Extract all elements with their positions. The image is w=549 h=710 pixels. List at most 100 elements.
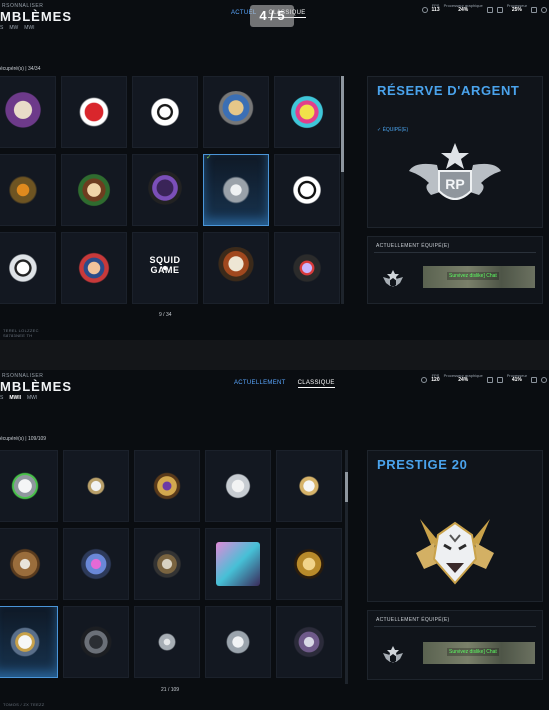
- emblem-tile[interactable]: [0, 528, 58, 600]
- page-title: MBLÈMES: [0, 9, 72, 24]
- subtab-mwi[interactable]: MWI: [27, 395, 37, 401]
- game-subtabs: S MWII MWI: [0, 395, 37, 401]
- subtab-mwi[interactable]: MWI: [24, 25, 34, 31]
- grid-page-number: 21 / 109: [161, 687, 180, 693]
- controller-icon: [421, 377, 428, 383]
- gpu-stat: Processeur graphique 24%: [443, 373, 483, 383]
- tab-classique[interactable]: CLASSIQUE: [297, 380, 335, 388]
- emblem-tile[interactable]: [274, 154, 340, 226]
- equipped-status: ✓ ÉQUIPÉ(E): [377, 127, 409, 133]
- white-tiger-prestige-icon: [4, 621, 46, 663]
- emblem-tile[interactable]: [0, 154, 56, 226]
- network-icon: [486, 7, 493, 13]
- emblem-tile[interactable]: [274, 232, 340, 304]
- equipped-emblem-icon: [383, 646, 403, 663]
- svg-text:RP: RP: [445, 176, 464, 192]
- subtab-mw[interactable]: MW: [9, 25, 18, 31]
- equipped-panel: ACTUELLEMENT ÉQUIPÉ(E) Survivez dislike]…: [367, 610, 543, 680]
- unlock-counter: écupéré(s) | 34/34: [0, 66, 41, 72]
- calling-card-text: Survivez dislike] Chat: [447, 272, 499, 280]
- gold-gem-prestige-icon: [146, 465, 188, 507]
- game-subtabs: S MW MWI: [0, 25, 35, 31]
- equipped-divider: [374, 252, 536, 253]
- grid-scrollbar[interactable]: [341, 76, 344, 304]
- fps-stat: FPS 113: [431, 3, 440, 13]
- emblem-tile[interactable]: [63, 450, 129, 522]
- equipped-divider: [374, 626, 536, 627]
- anime-girl-card-icon: [216, 542, 260, 586]
- emblem-tile[interactable]: SQUID GAME: [132, 232, 198, 304]
- skull-snake-emblem-icon: [2, 91, 44, 133]
- grid-scrollbar[interactable]: [345, 450, 348, 684]
- wolf-prestige-small-icon: [75, 465, 117, 507]
- scrollbar-thumb[interactable]: [345, 472, 348, 502]
- equipped-calling-card[interactable]: Survivez dislike] Chat: [423, 642, 535, 664]
- emblem-tile[interactable]: [276, 528, 342, 600]
- equipped-calling-card[interactable]: Survivez dislike] Chat: [423, 266, 535, 288]
- tab-actuellement[interactable]: ACTUELLEMENT: [234, 380, 286, 388]
- controller-icon: [421, 7, 428, 13]
- equipped-label: ACTUELLEMENT ÉQUIPÉ(E): [376, 617, 450, 623]
- settings-icon[interactable]: [541, 377, 547, 383]
- emblem-tile[interactable]: [61, 154, 127, 226]
- squid-game-text: SQUID GAME: [133, 255, 197, 275]
- emblem-tile[interactable]: [0, 232, 56, 304]
- emblem-tile[interactable]: [276, 606, 342, 678]
- emblem-tile[interactable]: [205, 528, 271, 600]
- emblem-grid: ✓ SQUID GAME: [0, 76, 340, 304]
- footer-line-1: TOMOS / ZX TEEZZ: [3, 702, 45, 707]
- cpu-stat: Processeur 41%: [506, 373, 527, 383]
- equipped-check-icon: ✓: [206, 154, 212, 161]
- emblem-tile[interactable]: [63, 528, 129, 600]
- emblem-grid: [0, 450, 342, 678]
- skull-warrior-emblem-icon: [215, 247, 257, 289]
- emblem-tile[interactable]: [205, 606, 271, 678]
- white-tribal-emblem-icon: [144, 91, 186, 133]
- gasmask-soldier-icon: [75, 621, 117, 663]
- emblem-tile[interactable]: [61, 76, 127, 148]
- emblem-tile[interactable]: [0, 450, 58, 522]
- emblem-tile[interactable]: [274, 76, 340, 148]
- emblem-tile[interactable]: [205, 450, 271, 522]
- category-tabs: ACTUELLEMENT CLASSIQUE: [234, 380, 335, 388]
- winged-medal-icon: [146, 621, 188, 663]
- fps-stat: FPS 120: [431, 373, 440, 383]
- subtab-s[interactable]: S: [0, 25, 3, 31]
- skull-swords-emblem-icon: [146, 543, 188, 585]
- calling-card-text: Survivez dislike] Chat: [447, 648, 499, 656]
- settings-icon[interactable]: [541, 7, 547, 13]
- screenshot-bottom: RSONNALISER MBLÈMES S MWII MWI ACTUELLEM…: [0, 370, 549, 710]
- rp-winged-emblem-icon: [215, 169, 257, 211]
- purple-soldier-emblem-icon: [144, 169, 186, 211]
- scrollbar-thumb[interactable]: [341, 76, 344, 172]
- subtab-mwii[interactable]: MWII: [9, 395, 21, 401]
- emblem-name: RÉSERVE D'ARGENT: [377, 83, 520, 98]
- performance-status: FPS 120 Processeur graphique 24% Processeu…: [421, 373, 547, 383]
- subtab-s[interactable]: S: [0, 395, 3, 401]
- emblem-tile[interactable]: ✓: [203, 154, 269, 226]
- emblem-tile[interactable]: [134, 528, 200, 600]
- social-icon[interactable]: [531, 377, 537, 383]
- page-indicator: 4 / 5: [250, 5, 294, 27]
- equipped-panel: ACTUELLEMENT ÉQUIPÉ(E) Survivez dislike]…: [367, 236, 543, 304]
- emblem-tile[interactable]: [134, 606, 200, 678]
- page-title: MBLÈMES: [0, 379, 72, 394]
- emblem-tile[interactable]: [134, 450, 200, 522]
- emblem-tile[interactable]: [61, 232, 127, 304]
- emblem-tile[interactable]: [132, 76, 198, 148]
- social-icon[interactable]: [531, 7, 537, 13]
- emblem-tile[interactable]: [203, 232, 269, 304]
- emblem-tile[interactable]: [203, 76, 269, 148]
- performance-status: FPS 113 Processeur graphique 24% Processeu…: [421, 3, 547, 13]
- white-tiger-prestige-large-icon: [416, 519, 494, 585]
- emblem-tile[interactable]: [63, 606, 129, 678]
- emblem-tile[interactable]: [132, 154, 198, 226]
- pink-gun-orb-icon: [75, 543, 117, 585]
- emblem-tile[interactable]: [0, 76, 56, 148]
- emblem-tile[interactable]: [0, 606, 58, 678]
- emblem-detail-panel: PRESTIGE 20: [367, 450, 543, 602]
- emblem-tile[interactable]: [276, 450, 342, 522]
- grid-page-number: 9 / 34: [159, 312, 172, 318]
- emblem-name: PRESTIGE 20: [377, 457, 468, 472]
- wolf-prestige-green-icon: [4, 465, 46, 507]
